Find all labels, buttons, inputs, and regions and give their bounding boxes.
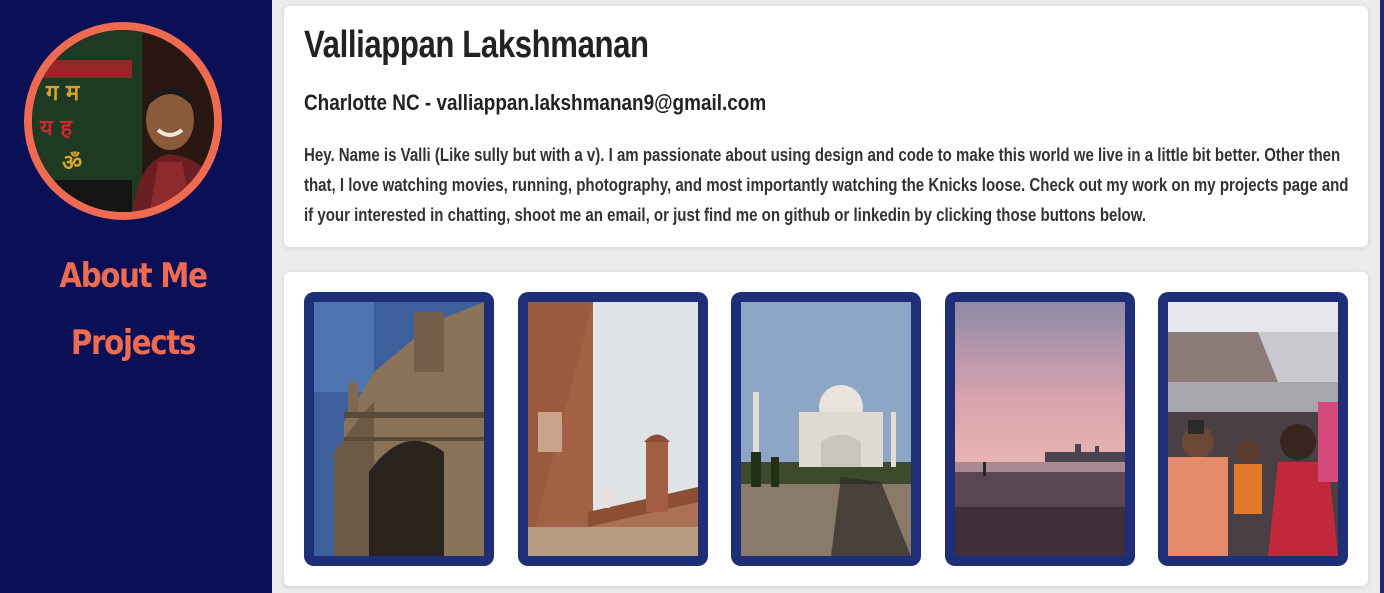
svg-text:ॐ: ॐ (62, 151, 82, 176)
nav-about-me[interactable]: About Me (19, 256, 248, 296)
scrollbar-edge (1380, 0, 1384, 593)
sunset-beach-photo (955, 302, 1125, 556)
arch-monument-photo (314, 302, 484, 556)
page-title: Valliappan Lakshmanan (304, 24, 649, 66)
bio-text: Hey. Name is Valli (Like sully but with … (304, 145, 1349, 225)
contact-line: Charlotte NC - valliappan.lakshmanan9@gm… (304, 90, 767, 115)
taj-mahal-photo (741, 302, 911, 556)
gallery-photo-5[interactable] (1158, 292, 1348, 566)
sidebar: ग म य ह ॐ About Me Projects (0, 0, 272, 593)
profile-photo: ग म य ह ॐ (32, 30, 214, 212)
about-card: Valliappan Lakshmanan Charlotte NC - val… (284, 6, 1368, 247)
photo-gallery (284, 272, 1368, 586)
avatar: ग म य ह ॐ (24, 22, 222, 220)
svg-text:य ह: य ह (39, 116, 73, 141)
red-fort-wall-photo (528, 302, 698, 556)
gallery-photo-1[interactable] (304, 292, 494, 566)
gallery-photo-4[interactable] (945, 292, 1135, 566)
gallery-photo-2[interactable] (518, 292, 708, 566)
nav-projects[interactable]: Projects (19, 323, 248, 363)
svg-text:ग म: ग म (45, 81, 80, 106)
crowd-ceremony-photo (1168, 302, 1338, 556)
gallery-photo-3[interactable] (731, 292, 921, 566)
